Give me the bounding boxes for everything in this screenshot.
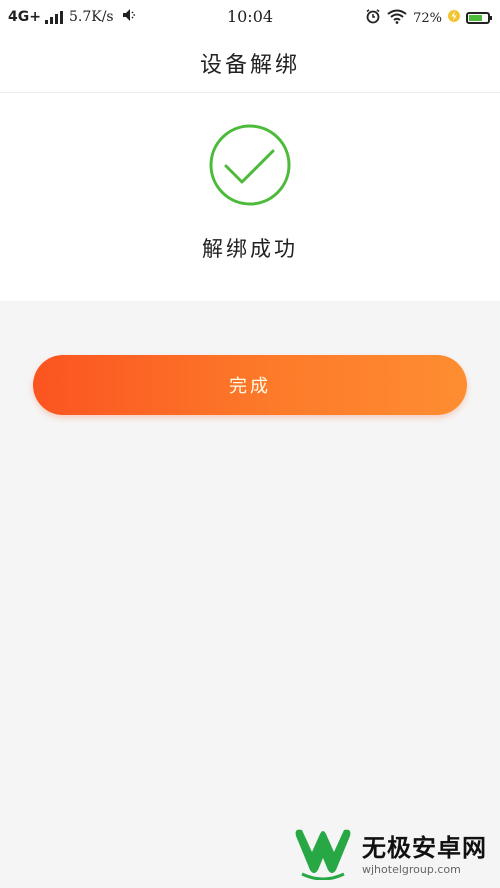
watermark: 无极安卓网 wjhotelgroup.com (292, 822, 492, 882)
watermark-domain: wjhotelgroup.com (362, 863, 461, 876)
check-circle-icon (209, 124, 291, 206)
charging-icon (448, 9, 460, 27)
result-message: 解绑成功 (202, 237, 298, 261)
watermark-logo-icon (295, 829, 351, 880)
status-bar: 4G+ 5.7K/s 10:04 72% (0, 0, 500, 34)
alarm-icon (365, 8, 381, 28)
page-title: 设备解绑 (199, 53, 300, 78)
status-right: 72% (365, 8, 492, 28)
battery-icon (466, 12, 492, 24)
battery-percent: 72% (413, 10, 442, 26)
watermark-brand: 无极安卓网 (362, 834, 487, 862)
watermark-text: 无极安卓网 wjhotelgroup.com (362, 828, 487, 876)
done-button[interactable]: 完成 (33, 355, 467, 415)
battery-fill (469, 15, 482, 21)
wifi-icon (387, 9, 407, 28)
title-bar: 设备解绑 (0, 34, 500, 93)
result-panel: 解绑成功 (0, 93, 500, 301)
